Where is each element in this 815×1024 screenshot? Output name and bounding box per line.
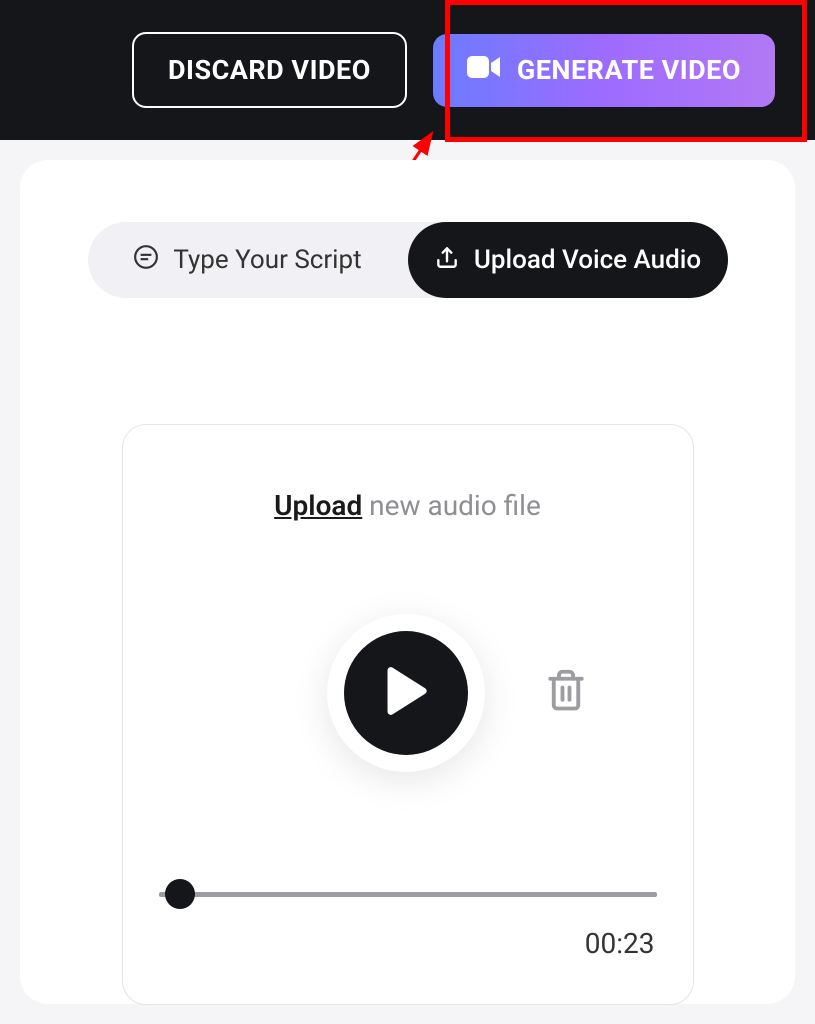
progress-track [159,892,657,897]
audio-duration: 00:23 [159,927,657,960]
tab-script-label: Type Your Script [173,245,361,275]
upload-link[interactable]: Upload [274,489,362,522]
upload-title-rest: new audio file [362,489,541,522]
play-button-inner [344,631,468,755]
tab-upload-label: Upload Voice Audio [474,245,701,275]
content-area: Type Your Script Upload Voice Audio Uplo… [0,140,815,1024]
generate-video-button[interactable]: GENERATE VIDEO [433,34,775,107]
progress-thumb[interactable] [165,879,195,909]
trash-icon [545,667,587,719]
discard-video-button[interactable]: DISCARD VIDEO [132,32,407,108]
audio-card: Upload new audio file [122,424,694,1005]
play-button[interactable] [327,614,485,772]
chat-icon [133,244,159,277]
video-camera-icon [467,54,501,87]
player-controls [159,614,657,772]
upload-title: Upload new audio file [159,489,657,522]
delete-audio-button[interactable] [545,667,587,719]
main-panel: Type Your Script Upload Voice Audio Uplo… [20,160,795,1004]
upload-icon [434,244,460,277]
tab-upload-audio[interactable]: Upload Voice Audio [408,222,728,298]
audio-progress[interactable]: 00:23 [159,892,657,960]
tab-type-script[interactable]: Type Your Script [88,222,408,298]
generate-video-label: GENERATE VIDEO [517,54,741,86]
play-icon [384,666,428,720]
script-tabs: Type Your Script Upload Voice Audio [88,222,728,298]
header-bar: DISCARD VIDEO GENERATE VIDEO [0,0,815,140]
